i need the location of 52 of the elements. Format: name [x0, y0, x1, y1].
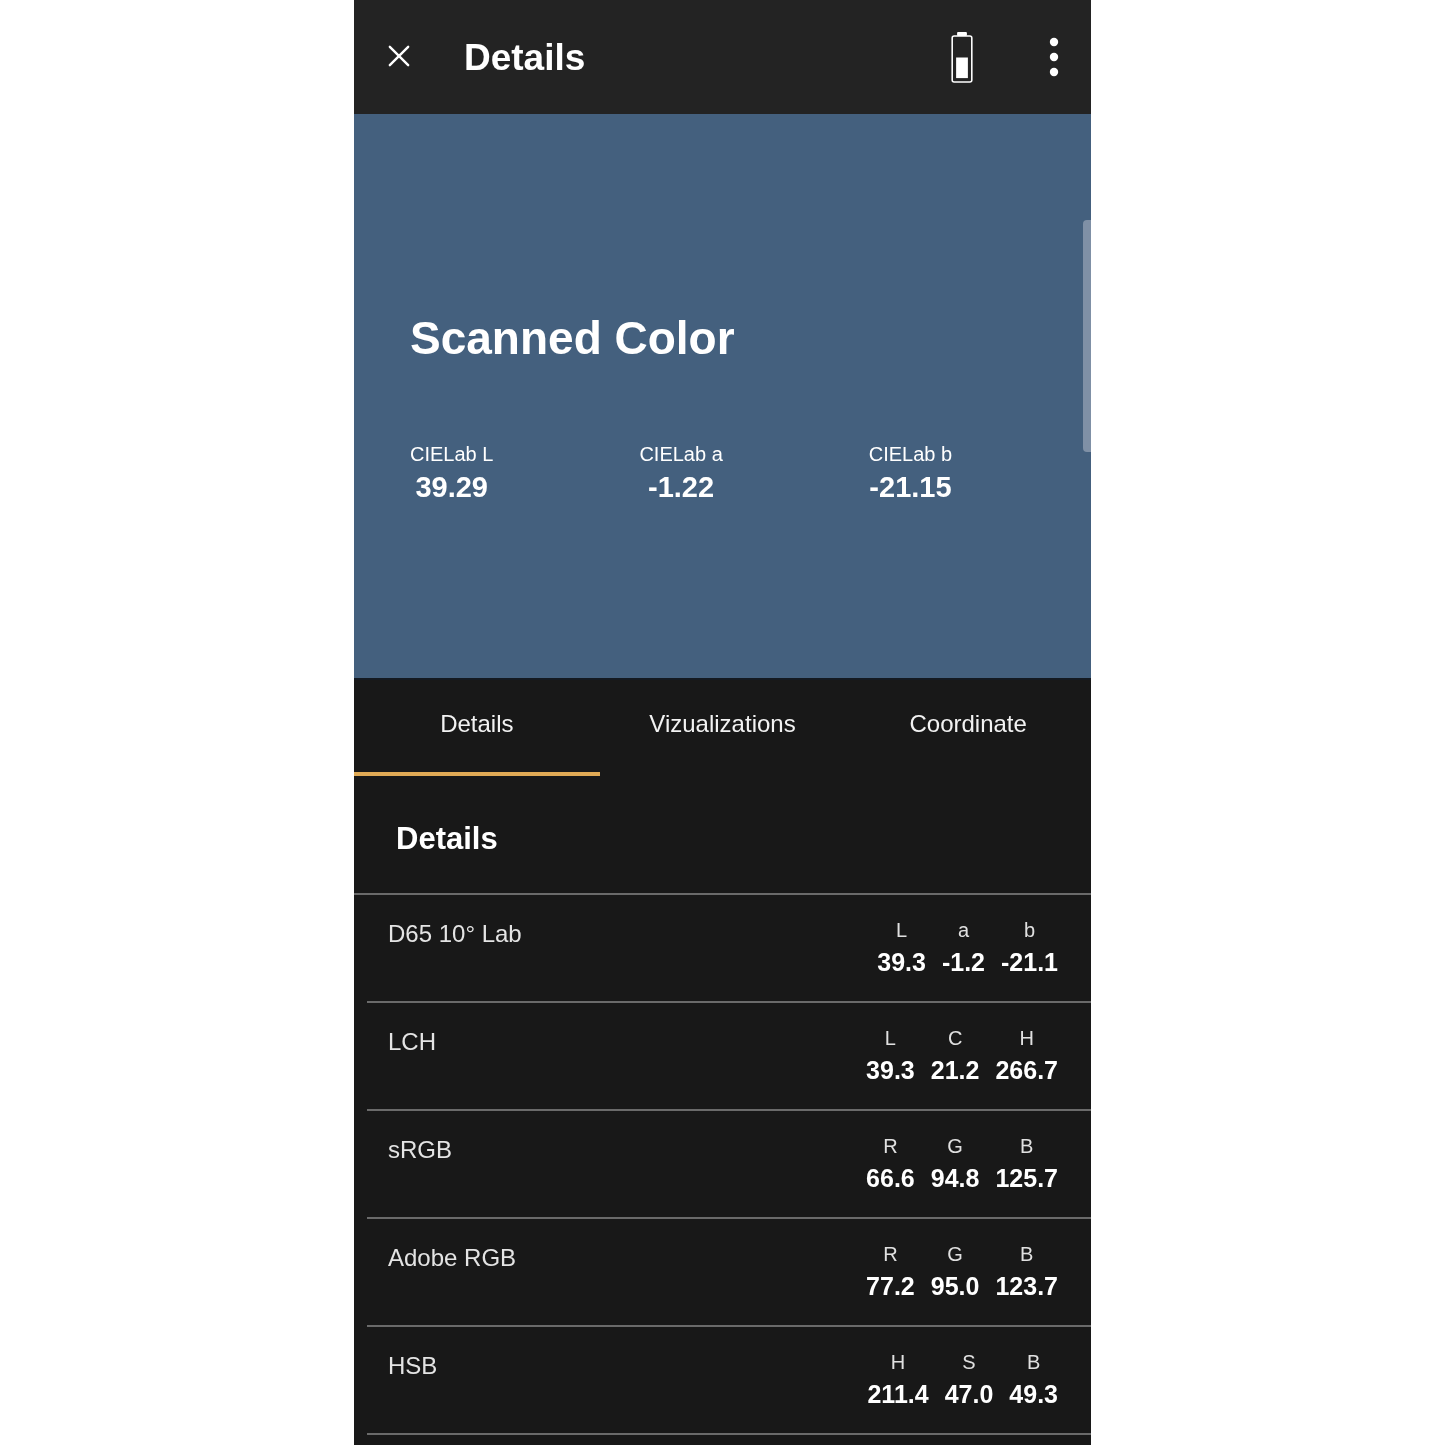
- tab[interactable]: Details: [354, 680, 600, 776]
- close-icon: [388, 45, 410, 67]
- tab[interactable]: Coordinate: [845, 680, 1091, 776]
- component-label: b: [1023, 919, 1036, 941]
- component-label: G: [947, 1243, 963, 1265]
- component-value: 21.2: [930, 1055, 980, 1085]
- screen-title: Details: [464, 36, 586, 80]
- component-label: G: [947, 1135, 963, 1157]
- panel-title: Scanned Color: [410, 311, 736, 366]
- component-value: 47.0: [944, 1379, 994, 1409]
- component-label: L: [896, 919, 908, 941]
- section-heading: Details: [395, 820, 499, 858]
- component-label: S: [962, 1351, 976, 1373]
- component-value: 125.7: [995, 1163, 1058, 1193]
- component-value: 66.6: [866, 1163, 915, 1193]
- color-space-name: Adobe RGB: [388, 1243, 517, 1273]
- scroll-thumb[interactable]: [1083, 220, 1091, 452]
- component-label: B: [1020, 1135, 1034, 1157]
- color-space-name: D65 10° Lab: [388, 919, 522, 949]
- component-label: C: [947, 1027, 963, 1049]
- component-label: R: [883, 1243, 898, 1265]
- component-value: 266.7: [995, 1055, 1058, 1085]
- component-value: 211.4: [867, 1379, 929, 1409]
- component-label: H: [1019, 1027, 1034, 1049]
- color-space-name: HSB: [388, 1351, 438, 1381]
- component-value: 123.7: [995, 1271, 1058, 1301]
- component-value: 49.3: [1009, 1379, 1058, 1409]
- component-value: -1.2: [941, 947, 985, 977]
- component-label: B: [1027, 1351, 1041, 1373]
- battery-icon: [951, 31, 973, 83]
- stat-value: -1.22: [648, 470, 715, 505]
- component-value: 95.0: [930, 1271, 980, 1301]
- more-menu-icon: [1049, 37, 1059, 77]
- component-value: 77.2: [866, 1271, 915, 1301]
- stat-value: 39.29: [415, 470, 488, 505]
- component-label: R: [883, 1135, 898, 1157]
- component-label: B: [1020, 1243, 1034, 1265]
- stat-label: CIELab b: [868, 442, 953, 466]
- tab[interactable]: Vizualizations: [599, 680, 846, 776]
- component-value: 39.3: [877, 947, 926, 977]
- component-value: 94.8: [930, 1163, 980, 1193]
- stat-label: CIELab L: [410, 442, 494, 466]
- more-button[interactable]: [1049, 37, 1059, 77]
- component-value: -21.1: [1001, 947, 1058, 977]
- component-label: H: [890, 1351, 906, 1373]
- stat-label: CIELab a: [639, 442, 723, 466]
- color-space-name: sRGB: [388, 1135, 452, 1165]
- color-space-name: LCH: [388, 1027, 436, 1057]
- component-label: a: [957, 919, 970, 941]
- component-label: L: [884, 1027, 896, 1049]
- component-value: 39.3: [866, 1055, 915, 1085]
- stat-value: -21.15: [869, 470, 952, 505]
